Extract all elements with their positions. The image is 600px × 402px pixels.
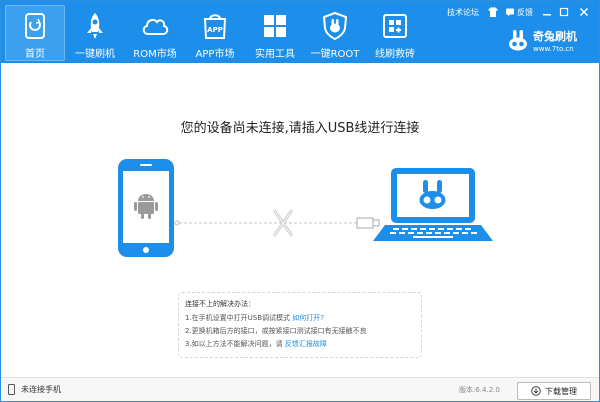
device-status-text: 未连接手机 [21, 385, 61, 394]
status-bar: 未连接手机 版本:6.4.2.0 下载管理 [1, 377, 599, 401]
help-step-3-text: 3.如以上方法不能解决问题，请 [185, 340, 283, 348]
report-issue-link[interactable]: 反馈汇报故障 [285, 340, 327, 348]
help-title: 连接不上的解决办法： [185, 300, 255, 308]
connection-help-box: 连接不上的解决办法： 1.在手机设置中打开USB调试模式 如何打开? 2.更换机… [178, 292, 422, 358]
help-step-1-text: 1.在手机设置中打开USB调试模式 [185, 314, 291, 322]
how-to-enable-link[interactable]: 如何打开? [292, 314, 324, 322]
usb-plug-icon [356, 217, 380, 229]
help-step-1: 1.在手机设置中打开USB调试模式 如何打开? [185, 313, 324, 323]
version-text: 版本:6.4.2.0 [459, 386, 500, 394]
help-step-3: 3.如以上方法不能解决问题，请 反馈汇报故障 [185, 339, 327, 349]
download-manager-label: 下载管理 [545, 386, 577, 396]
help-step-2: 2.更换机箱后方的接口，或按紧接口测试接口有无接触不良 [185, 327, 367, 335]
usb-cable [174, 220, 357, 226]
download-icon [531, 386, 541, 396]
phone-status-icon [8, 384, 15, 395]
download-manager-button[interactable]: 下载管理 [517, 382, 591, 400]
app-window: 首页 一键刷机 ROM市场 APP APP市场 实用工具 一键ROOT 线刷救砖… [0, 0, 600, 402]
